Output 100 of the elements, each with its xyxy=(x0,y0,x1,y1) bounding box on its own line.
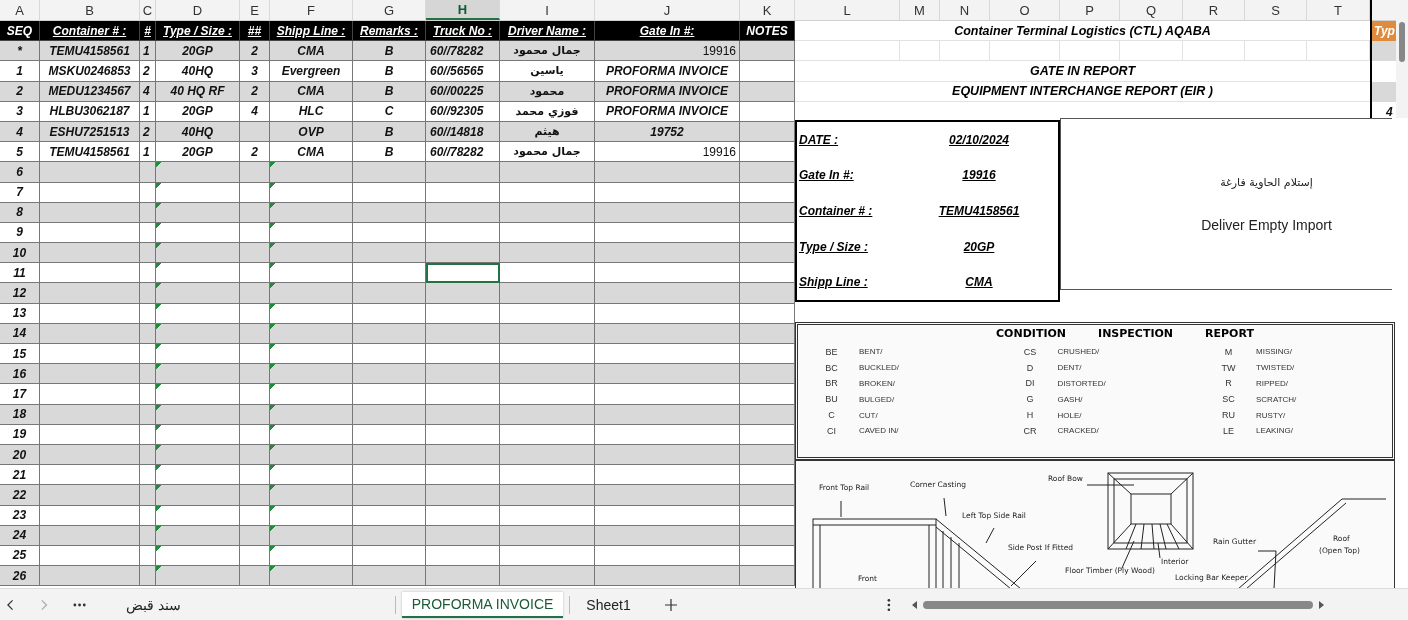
table-cell xyxy=(740,283,795,304)
damage-code: H xyxy=(1025,410,1035,421)
table-cell[interactable] xyxy=(426,404,500,425)
column-header[interactable]: L xyxy=(795,0,900,20)
table-cell xyxy=(240,384,270,405)
damage-meaning: BENT/ xyxy=(859,347,883,357)
table-cell: CMA xyxy=(270,81,353,102)
table-cell[interactable] xyxy=(426,485,500,506)
field-value: CMA xyxy=(964,275,994,290)
damage-meaning: BROKEN/ xyxy=(859,379,895,388)
field-label: Container # : xyxy=(799,204,874,218)
column-header[interactable]: J xyxy=(595,0,740,20)
table-cell[interactable] xyxy=(426,202,500,223)
table-cell: B xyxy=(353,61,426,82)
column-header[interactable]: I xyxy=(500,0,595,20)
table-cell: PROFORMA INVOICE xyxy=(595,101,740,122)
column-header[interactable]: R xyxy=(1183,0,1245,20)
table-cell xyxy=(240,202,270,223)
table-cell: 3 xyxy=(240,61,270,82)
column-header[interactable]: F xyxy=(270,0,353,20)
damage-meaning: BULGED/ xyxy=(859,394,895,404)
field-label: Type / Size : xyxy=(799,239,869,254)
column-header[interactable]: T xyxy=(1307,0,1370,20)
column-header[interactable]: C xyxy=(140,0,156,20)
sheet-tab[interactable]: Sheet1 xyxy=(576,592,641,617)
scroll-left-icon[interactable] xyxy=(910,600,919,609)
table-cell[interactable] xyxy=(426,525,500,546)
table-cell xyxy=(240,162,270,183)
column-header[interactable]: S xyxy=(1245,0,1307,20)
row-number: 22 xyxy=(0,485,40,506)
column-header[interactable]: D xyxy=(156,0,240,20)
damage-code: DI xyxy=(1024,378,1036,389)
table-cell xyxy=(240,424,270,445)
table-cell xyxy=(140,424,156,445)
table-cell: 40HQ xyxy=(156,61,240,82)
report-heading: REPORT xyxy=(1205,327,1254,340)
damage-code: BC xyxy=(824,362,839,373)
damage-code: LE xyxy=(1222,425,1235,436)
table-cell xyxy=(240,283,270,304)
damage-code: CI xyxy=(826,425,837,436)
table-cell: 20GP xyxy=(156,101,240,122)
table-cell xyxy=(240,182,270,203)
column-header[interactable]: B xyxy=(40,0,140,20)
table-cell[interactable] xyxy=(426,303,500,324)
table-cell xyxy=(240,525,270,546)
damage-code: RU xyxy=(1221,410,1236,421)
table-cell: HLBU3062187 xyxy=(40,101,140,122)
table-cell xyxy=(740,61,795,82)
table-cell: 60//00225 xyxy=(426,81,500,102)
damage-code: TW xyxy=(1220,362,1237,373)
field-value: 20GP xyxy=(962,239,996,254)
table-cell[interactable] xyxy=(426,505,500,526)
damage-meaning: MISSING/ xyxy=(1256,347,1292,357)
table-cell: 40 HQ RF xyxy=(156,81,240,102)
table-cell xyxy=(140,404,156,425)
damage-meaning: CUT/ xyxy=(859,410,878,420)
row-number: 26 xyxy=(0,566,40,587)
options-icon[interactable] xyxy=(887,597,891,612)
damage-code: BR xyxy=(824,378,839,389)
row-number: 12 xyxy=(0,283,40,304)
column-header[interactable]: O xyxy=(990,0,1060,20)
damage-meaning: SCRATCH/ xyxy=(1256,394,1297,404)
table-cell: 3 xyxy=(0,101,40,122)
damage-meaning: LEAKING/ xyxy=(1256,426,1293,436)
sheet-tab[interactable]: PROFORMA INVOICE xyxy=(401,591,564,618)
table-cell[interactable] xyxy=(426,283,500,304)
column-header[interactable]: A xyxy=(0,0,40,20)
column-header[interactable]: M xyxy=(900,0,940,20)
table-cell[interactable] xyxy=(426,384,500,405)
column-header[interactable]: H xyxy=(426,0,500,20)
report-heading: CONDITION xyxy=(996,327,1067,340)
table-cell: PROFORMA INVOICE xyxy=(595,81,740,102)
column-header[interactable]: E xyxy=(240,0,270,20)
table-cell: 1 xyxy=(0,61,40,82)
table-cell[interactable] xyxy=(426,424,500,445)
column-header[interactable]: N xyxy=(940,0,990,20)
table-cell[interactable] xyxy=(426,182,500,203)
table-cell xyxy=(740,101,795,122)
table-cell[interactable] xyxy=(426,243,500,264)
table-cell[interactable] xyxy=(426,566,500,587)
more-icon[interactable] xyxy=(72,602,86,607)
add-sheet-icon[interactable] xyxy=(664,598,677,611)
column-header[interactable]: P xyxy=(1060,0,1120,20)
previous-icon[interactable] xyxy=(6,598,16,611)
row-number: 23 xyxy=(0,505,40,526)
table-cell: ياسين xyxy=(500,61,595,82)
damage-code: G xyxy=(1025,394,1035,405)
sheet-tab[interactable]: سند قبض xyxy=(115,592,191,617)
scroll-right-icon[interactable] xyxy=(1316,600,1325,609)
damage-code: CS xyxy=(1022,346,1038,357)
table-cell: 60//92305 xyxy=(426,101,500,122)
row-number: 24 xyxy=(0,525,40,546)
damage-meaning: DENT/ xyxy=(1057,363,1082,373)
table-cell[interactable] xyxy=(426,263,500,284)
table-cell[interactable] xyxy=(426,162,500,183)
damage-meaning: TWISTED/ xyxy=(1256,363,1295,373)
table-cell-text: 4 xyxy=(1385,103,1394,121)
damage-meaning: CRUSHED/ xyxy=(1057,347,1100,357)
column-header[interactable]: Q xyxy=(1120,0,1183,20)
table-cell xyxy=(1372,81,1396,102)
